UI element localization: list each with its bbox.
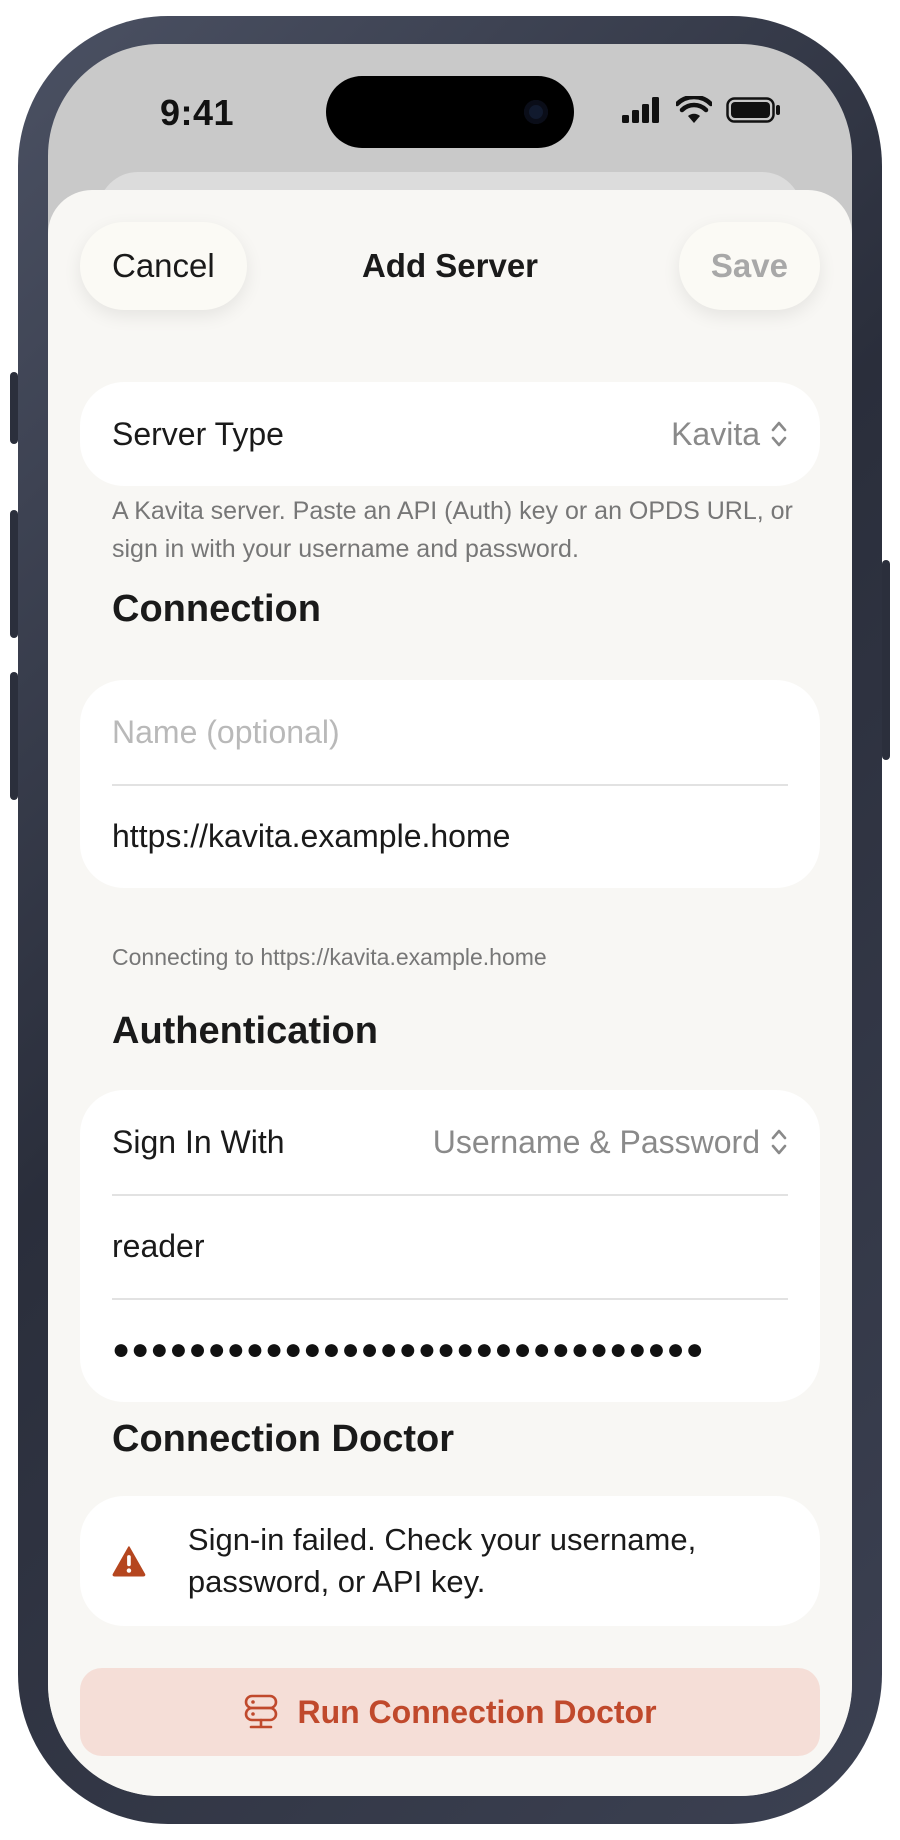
- chevron-up-down-icon: [771, 421, 787, 447]
- battery-icon: [726, 97, 780, 123]
- sign-in-with-row[interactable]: Sign In With Username & Password: [80, 1090, 820, 1194]
- chevron-up-down-icon: [771, 1129, 787, 1155]
- name-field[interactable]: Name (optional): [80, 680, 820, 784]
- username-field[interactable]: reader: [80, 1194, 820, 1298]
- server-type-value: Kavita: [671, 415, 760, 452]
- server-type-description: A Kavita server. Paste an API (Auth) key…: [112, 497, 793, 563]
- save-button[interactable]: Save: [678, 222, 820, 310]
- warning-icon: [112, 1546, 146, 1577]
- dynamic-island: [326, 76, 574, 148]
- server-type-card: Server Type Kavita: [80, 382, 820, 486]
- name-placeholder: Name (optional): [112, 713, 340, 750]
- authentication-card: Sign In With Username & Password reader …: [80, 1090, 820, 1402]
- connection-footnote: Connecting to https://kavita.example.hom…: [112, 944, 547, 970]
- sign-in-method-picker[interactable]: Username & Password: [433, 1124, 788, 1161]
- password-field[interactable]: ●●●●●●●●●●●●●●●●●●●●●●●●●●●●●●●: [80, 1298, 820, 1402]
- run-connection-doctor-button[interactable]: Run Connection Doctor: [80, 1668, 820, 1756]
- screen: 9:41 Add Server Cancel Save Server Type …: [48, 44, 852, 1796]
- power-button: [882, 560, 890, 760]
- connection-doctor-message: Sign-in failed. Check your username, pas…: [187, 1522, 697, 1599]
- authentication-section-title: Authentication: [112, 1010, 378, 1052]
- server-doctor-icon: [245, 1694, 278, 1729]
- action-button: [10, 372, 18, 444]
- url-value: https://kavita.example.home: [112, 817, 511, 854]
- sign-in-method-value: Username & Password: [432, 1123, 760, 1160]
- volume-up-button: [10, 510, 18, 638]
- username-value: reader: [112, 1227, 205, 1264]
- connection-card: Name (optional) https://kavita.example.h…: [80, 680, 820, 888]
- password-value: ●●●●●●●●●●●●●●●●●●●●●●●●●●●●●●●: [112, 1333, 705, 1366]
- server-type-row[interactable]: Server Type Kavita: [80, 382, 820, 486]
- wifi-icon: [676, 96, 712, 123]
- signal-icon: [622, 97, 659, 123]
- cancel-button[interactable]: Cancel: [80, 222, 247, 310]
- url-field[interactable]: https://kavita.example.home: [80, 784, 820, 888]
- server-type-label: Server Type: [112, 415, 284, 452]
- server-type-picker[interactable]: Kavita: [671, 416, 788, 453]
- sign-in-with-label: Sign In With: [112, 1123, 285, 1160]
- volume-down-button: [10, 672, 18, 800]
- connection-doctor-result-card: Sign-in failed. Check your username, pas…: [80, 1496, 820, 1626]
- status-time: 9:41: [160, 92, 235, 133]
- connection-section-title: Connection: [112, 588, 321, 630]
- add-server-sheet: Add Server Cancel Save Server Type Kavit…: [48, 190, 852, 1796]
- status-icons: [622, 96, 782, 124]
- run-connection-doctor-label: Run Connection Doctor: [297, 1693, 657, 1730]
- connection-doctor-section-title: Connection Doctor: [112, 1418, 454, 1460]
- camera-icon: [524, 100, 548, 124]
